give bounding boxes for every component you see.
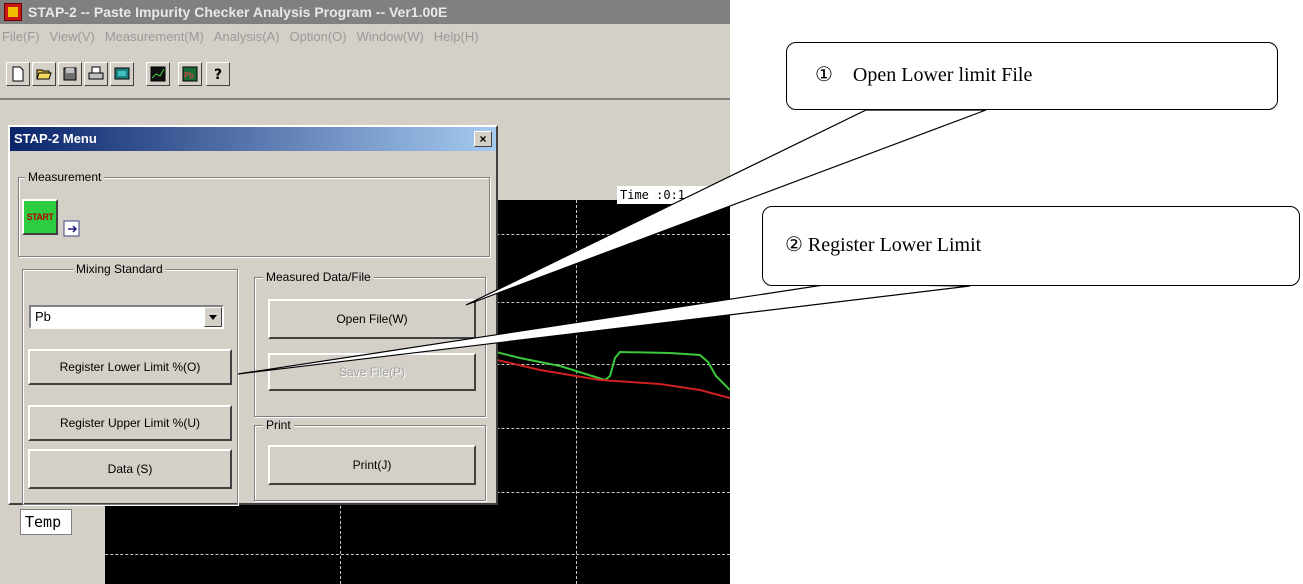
app-window: STAP-2 -- Paste Impurity Checker Analysi… xyxy=(0,0,730,584)
measurement-group: Measurement xyxy=(18,170,490,257)
toolbar: Pb ? xyxy=(0,52,730,96)
pb-icon[interactable]: Pb xyxy=(178,62,202,86)
expand-icon[interactable] xyxy=(62,219,82,239)
dialog-title-bar: STAP-2 Menu × xyxy=(10,127,496,151)
open-file-button[interactable]: Open File(W) xyxy=(268,299,476,339)
data-button[interactable]: Data (S) xyxy=(28,449,232,489)
mixing-standard-label: Mixing Standard xyxy=(73,262,166,276)
callout-2-text: ② Register Lower Limit xyxy=(785,234,982,256)
help-icon[interactable]: ? xyxy=(206,62,230,86)
app-title: STAP-2 -- Paste Impurity Checker Analysi… xyxy=(28,4,448,20)
green-curve xyxy=(479,347,730,391)
menu-bar: File(F) View(V) Measurement(M) Analysis(A) O… xyxy=(0,24,730,50)
measurement-group-label: Measurement xyxy=(25,170,105,184)
time-label: Time :0:1 xyxy=(617,186,730,204)
stap2-menu-dialog: STAP-2 Menu × Measurement START Mixing S… xyxy=(8,125,498,505)
menu-help[interactable]: Help(H) xyxy=(429,24,484,50)
app-logo-icon xyxy=(4,3,22,21)
register-upper-limit-button[interactable]: Register Upper Limit %(U) xyxy=(28,405,232,441)
temp-panel: Temp xyxy=(10,505,105,584)
red-curve xyxy=(479,355,730,399)
menu-file[interactable]: File(F) xyxy=(0,24,45,50)
mixing-standard-value: Pb xyxy=(35,309,51,324)
measured-data-file-group: Measured Data/File xyxy=(254,270,486,417)
print-button[interactable]: Print(J) xyxy=(268,445,476,485)
callout-register-lower-limit: ② Register Lower Limit xyxy=(762,206,1300,286)
svg-text:?: ? xyxy=(214,67,222,82)
chevron-down-icon[interactable] xyxy=(204,307,222,327)
print-group-label: Print xyxy=(263,418,294,432)
app-title-bar: STAP-2 -- Paste Impurity Checker Analysi… xyxy=(0,0,730,24)
dialog-title: STAP-2 Menu xyxy=(14,131,97,146)
callout-open-lower-limit-file: ① Open Lower limit File xyxy=(786,42,1278,110)
svg-text:Pb: Pb xyxy=(184,71,194,80)
temp-label: Temp xyxy=(20,509,72,535)
menu-measurement[interactable]: Measurement(M) xyxy=(100,24,209,50)
menu-analysis[interactable]: Analysis(A) xyxy=(209,24,285,50)
close-icon[interactable]: × xyxy=(474,131,492,147)
print-icon[interactable] xyxy=(84,62,108,86)
callout-1-text: ① Open Lower limit File xyxy=(815,64,1033,86)
save-icon[interactable] xyxy=(58,62,82,86)
register-lower-limit-button[interactable]: Register Lower Limit %(O) xyxy=(28,349,232,385)
open-folder-icon[interactable] xyxy=(32,62,56,86)
menu-window[interactable]: Window(W) xyxy=(352,24,429,50)
save-file-button: Save File(P) xyxy=(268,353,476,391)
monitor-icon[interactable] xyxy=(110,62,134,86)
measured-data-file-label: Measured Data/File xyxy=(263,270,374,284)
new-file-icon[interactable] xyxy=(6,62,30,86)
menu-option[interactable]: Option(O) xyxy=(285,24,352,50)
menu-view[interactable]: View(V) xyxy=(45,24,100,50)
start-button[interactable]: START xyxy=(22,199,58,235)
chart-icon[interactable] xyxy=(146,62,170,86)
mixing-standard-select[interactable]: Pb xyxy=(29,305,224,329)
